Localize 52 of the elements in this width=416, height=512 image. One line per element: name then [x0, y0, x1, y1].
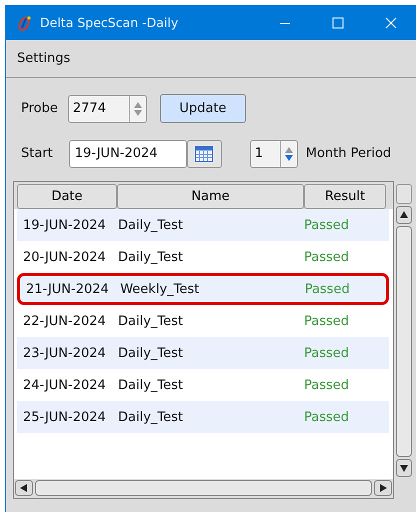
- date-cell-text: 23-JUN-2024: [22, 346, 107, 360]
- table-row[interactable]: 24-JUN-2024 Daily_Test Passed: [17, 369, 389, 401]
- name-cell-text: Daily_Test: [118, 378, 184, 392]
- app-logo-icon: [16, 14, 32, 30]
- name-cell-text: Daily_Test: [118, 218, 184, 232]
- column-header[interactable]: Date: [17, 184, 117, 209]
- table-row[interactable]: 23-JUN-2024 Daily_Test Passed: [17, 337, 389, 369]
- date-cell-text: 20-JUN-2024: [22, 250, 107, 264]
- result-cell-text: Passed: [304, 410, 350, 424]
- result-cell-text: Passed: [304, 218, 350, 232]
- start-date-field[interactable]: 19-JUN-2024: [68, 140, 187, 168]
- window-title: Delta SpecScan -Daily: [40, 15, 178, 30]
- date-cell-text: 21-JUN-2024: [25, 282, 110, 296]
- column-header[interactable]: Name: [117, 184, 304, 209]
- scroll-up-icon[interactable]: [396, 206, 412, 224]
- date-cell-text: 22-JUN-2024: [22, 314, 107, 328]
- result-cell-text: Passed: [304, 346, 350, 360]
- name-cell-text: Daily_Test: [118, 410, 184, 424]
- horizontal-scrollbar[interactable]: [14, 479, 393, 498]
- date-cell-text: 24-JUN-2024: [22, 378, 107, 392]
- result-cell-text: Passed: [304, 314, 350, 328]
- menu-item[interactable]: Settings: [17, 51, 70, 66]
- scroll-right-icon[interactable]: [374, 480, 392, 496]
- name-cell-text: Daily_Test: [118, 250, 184, 264]
- name-cell-text: Daily_Test: [118, 346, 184, 360]
- scroll-thumb[interactable]: [396, 226, 412, 457]
- table-row[interactable]: 20-JUN-2024 Daily_Test Passed: [17, 241, 389, 273]
- update-button[interactable]: Update: [160, 94, 246, 123]
- calendar-button[interactable]: [186, 140, 222, 168]
- period-label: Month Period: [306, 146, 392, 161]
- calendar-icon: [195, 146, 214, 162]
- date-cell-text: 19-JUN-2024: [22, 218, 107, 232]
- result-cell-text: Passed: [304, 282, 351, 296]
- probe-label: Probe: [21, 101, 58, 116]
- table-row[interactable]: 22-JUN-2024 Daily_Test Passed: [17, 305, 389, 337]
- probe-spinner[interactable]: 2774: [68, 94, 147, 122]
- date-cell-text: 25-JUN-2024: [22, 410, 107, 424]
- maximize-icon[interactable]: [332, 16, 344, 28]
- scroll-thumb[interactable]: [35, 480, 372, 496]
- period-spinner[interactable]: 1: [250, 140, 298, 168]
- table-row[interactable]: 19-JUN-2024 Daily_Test Passed: [17, 209, 389, 241]
- result-cell-text: Passed: [304, 378, 350, 392]
- name-cell-text: Weekly_Test: [120, 282, 200, 296]
- table-row[interactable]: 21-JUN-2024 Weekly_Test Passed: [17, 273, 389, 305]
- scroll-left-icon[interactable]: [15, 480, 33, 496]
- result-cell-text: Passed: [304, 250, 350, 264]
- close-icon[interactable]: [385, 16, 397, 28]
- column-header[interactable]: Result: [304, 184, 386, 209]
- start-label: Start: [21, 146, 53, 161]
- name-cell-text: Daily_Test: [118, 314, 184, 328]
- scroll-down-icon[interactable]: [396, 459, 412, 477]
- table-row[interactable]: 25-JUN-2024 Daily_Test Passed: [17, 401, 389, 433]
